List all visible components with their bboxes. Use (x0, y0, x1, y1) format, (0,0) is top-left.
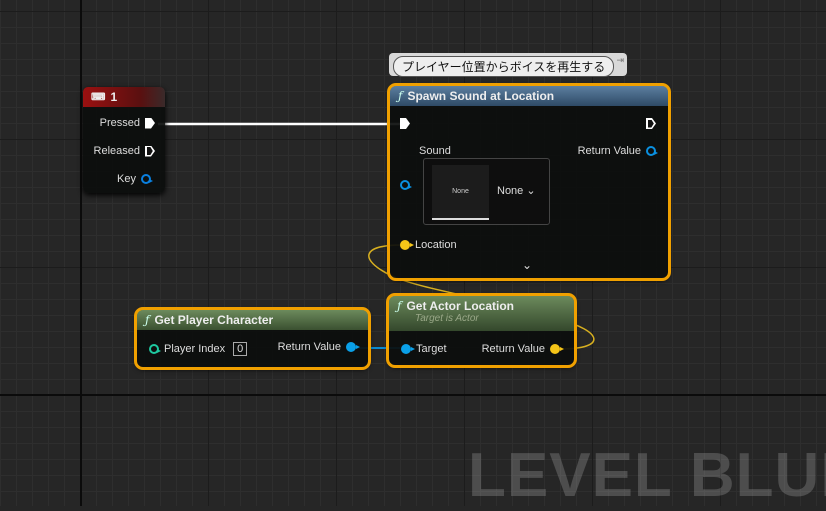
exec-out-icon[interactable] (646, 118, 656, 129)
object-pin-icon[interactable] (646, 146, 658, 156)
function-icon: ƒ (398, 89, 403, 103)
key-label: Key (117, 173, 136, 185)
function-icon: ƒ (397, 299, 402, 313)
get-player-header: ƒ Get Player Character (137, 310, 368, 330)
location-label: Location (415, 239, 457, 251)
comment-bubble[interactable]: プレイヤー位置からボイスを再生する ⇥ (389, 53, 627, 77)
int-pin-icon[interactable] (149, 344, 161, 354)
target-label: Target (416, 343, 447, 355)
spawn-sound-header: ƒ Spawn Sound at Location (390, 86, 668, 106)
chevron-down-icon: ⌄ (526, 185, 536, 197)
get-actor-location-node[interactable]: ƒ Get Actor Location Target is Actor Targ… (386, 293, 577, 368)
get-player-character-node[interactable]: ƒ Get Player Character Player Index 0 Re… (134, 307, 371, 370)
get-player-title: Get Player Character (154, 313, 274, 327)
sound-thumbnail[interactable]: None (432, 165, 489, 220)
vector-pin-icon[interactable] (400, 240, 414, 250)
object-pin-icon[interactable] (400, 180, 412, 190)
return-value-pin[interactable]: Return Value (577, 145, 658, 157)
exec-out-icon[interactable] (145, 145, 155, 157)
vector-pin-icon[interactable] (550, 344, 564, 354)
released-pin[interactable]: Released (94, 145, 155, 157)
spawn-sound-node[interactable]: ƒ Spawn Sound at Location Sound Return V… (387, 83, 671, 281)
sound-pin[interactable] (400, 180, 412, 190)
asset-value: None (497, 185, 524, 197)
sound-label: Sound (419, 145, 451, 157)
return-value-label: Return Value (277, 341, 341, 353)
location-pin[interactable]: Location (400, 239, 457, 251)
pressed-pin[interactable]: Pressed (100, 117, 155, 129)
pin-comment-icon[interactable]: ⇥ (616, 55, 624, 66)
expand-chevron-icon[interactable]: ⌄ (522, 258, 532, 272)
released-label: Released (93, 145, 140, 157)
object-pin-icon[interactable] (401, 344, 415, 354)
pressed-label: Pressed (99, 117, 140, 129)
struct-pin-icon[interactable] (141, 174, 153, 184)
exec-out-icon[interactable] (145, 117, 155, 129)
target-pin[interactable]: Target (401, 343, 447, 355)
player-index-pin[interactable]: Player Index 0 (149, 342, 248, 356)
object-pin-icon[interactable] (346, 342, 360, 352)
return-value-pin[interactable]: Return Value (481, 343, 564, 355)
get-actor-location-title: Get Actor Location (406, 299, 515, 313)
return-value-label: Return Value (481, 343, 545, 355)
sound-asset-dropdown[interactable]: None ⌄ (497, 184, 536, 197)
key-event-title: 1 (110, 90, 118, 104)
exec-out-pin[interactable] (646, 118, 656, 129)
return-value-label: Return Value (577, 145, 641, 157)
thumbnail-label: None (452, 188, 469, 195)
player-index-input[interactable]: 0 (233, 342, 248, 356)
player-index-label: Player Index (164, 343, 226, 355)
get-actor-location-subtitle: Target is Actor (415, 313, 479, 324)
spawn-sound-title: Spawn Sound at Location (407, 89, 555, 103)
return-value-pin[interactable]: Return Value (277, 341, 360, 353)
function-icon: ƒ (145, 313, 150, 327)
comment-text: プレイヤー位置からボイスを再生する (393, 56, 615, 77)
exec-in-pin[interactable] (400, 118, 410, 129)
exec-in-icon[interactable] (400, 118, 410, 129)
key-event-header: ⌨ 1 (83, 87, 165, 107)
key-event-node[interactable]: ⌨ 1 Pressed Released Key (83, 87, 165, 193)
key-pin[interactable]: Key (117, 173, 153, 185)
get-actor-location-header: ƒ Get Actor Location Target is Actor (389, 296, 574, 331)
keyboard-icon: ⌨ (91, 91, 106, 103)
sound-asset-picker[interactable]: None None ⌄ (423, 158, 550, 225)
